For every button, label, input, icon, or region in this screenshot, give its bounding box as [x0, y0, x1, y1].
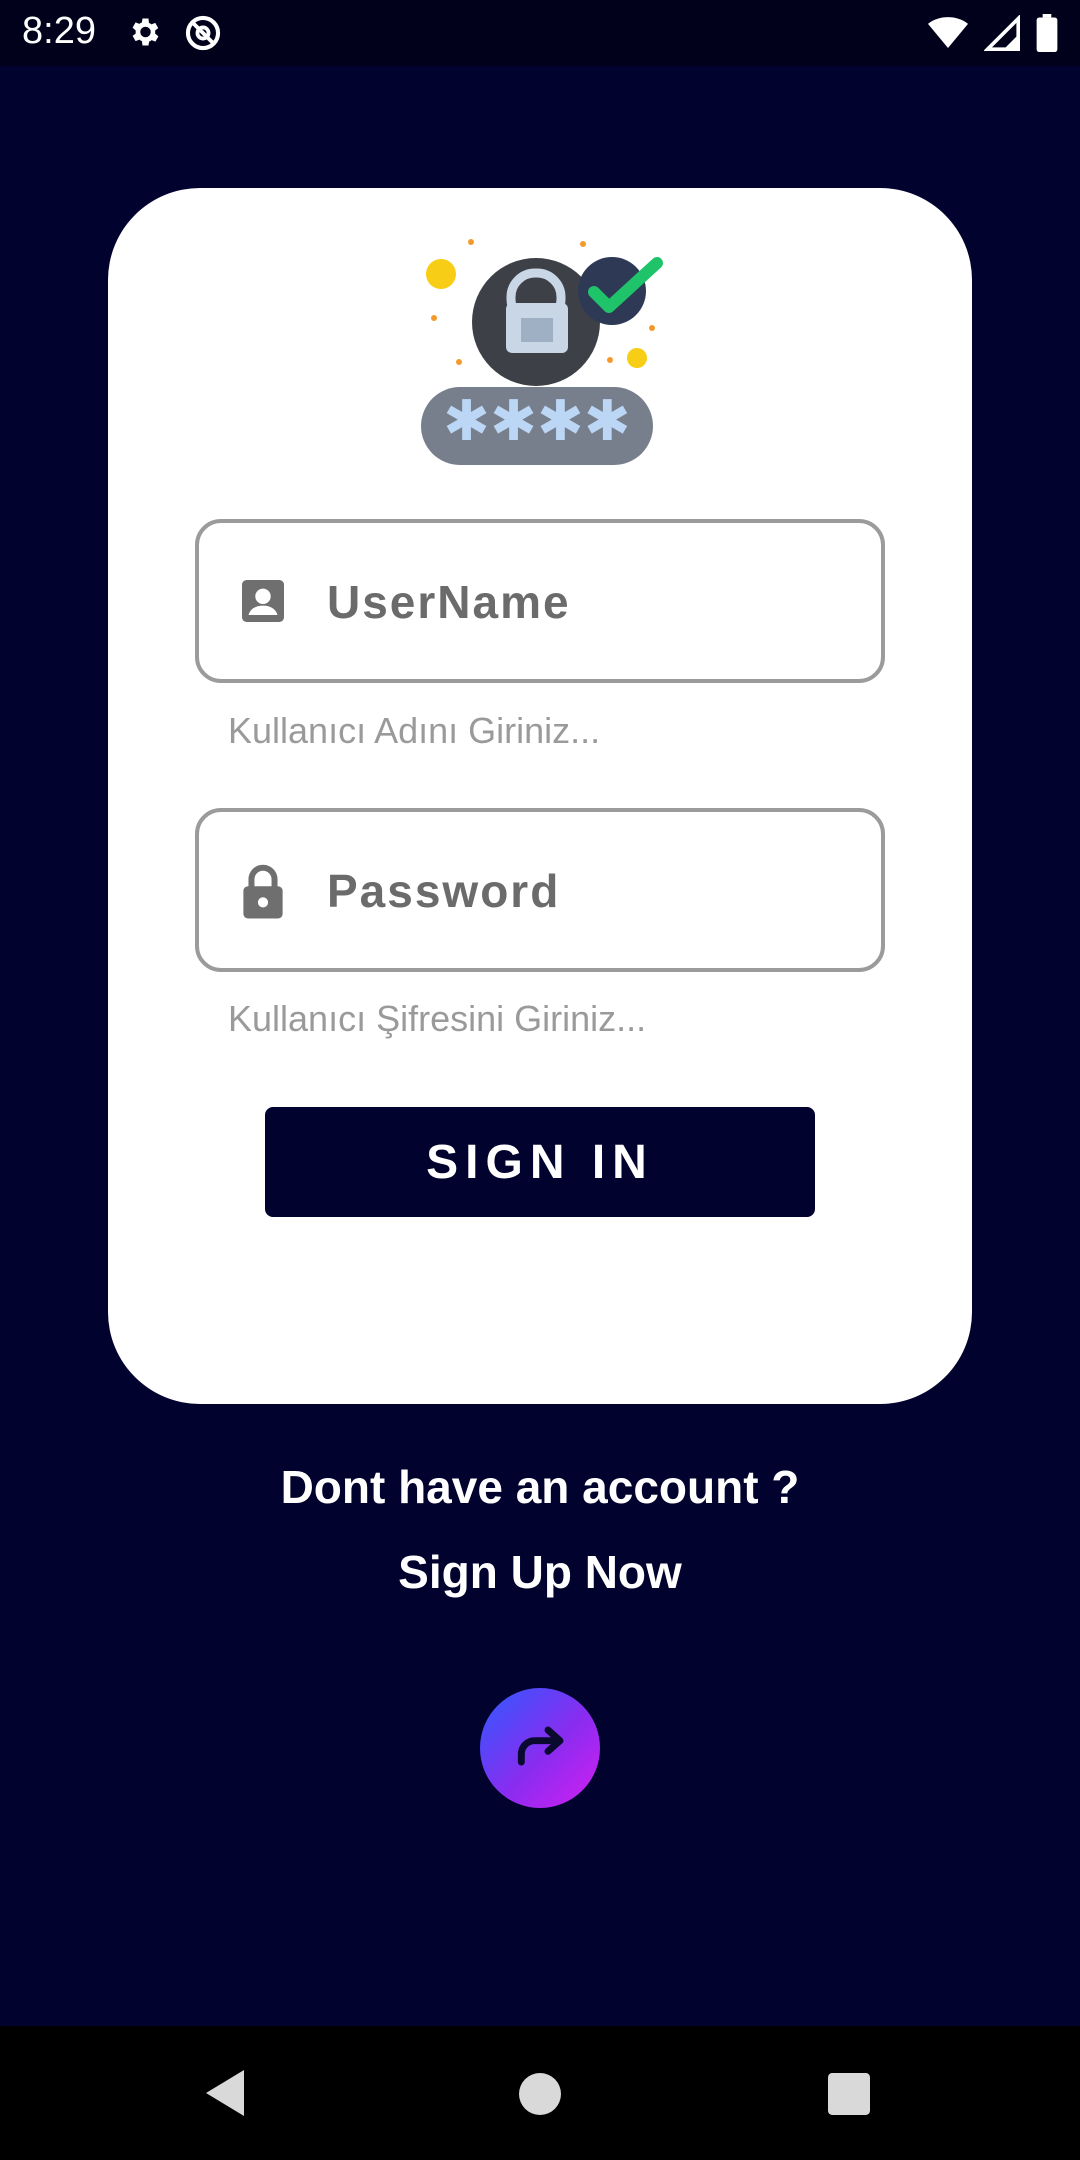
password-label: Password: [327, 865, 561, 917]
sign-up-link[interactable]: Sign Up Now: [0, 1545, 1080, 1599]
home-icon[interactable]: [519, 2073, 561, 2120]
recents-icon[interactable]: [828, 2073, 870, 2120]
gear-icon: [126, 14, 162, 57]
wifi-icon: [928, 15, 968, 56]
forward-arrow-icon: [508, 1714, 572, 1783]
status-time: 8:29: [22, 10, 96, 52]
status-bar: 8:29: [0, 0, 1080, 66]
sign-up-fab[interactable]: [480, 1688, 600, 1808]
hero-password-mask: ✱✱✱✱: [443, 389, 631, 454]
signal-icon: [983, 14, 1020, 56]
lock-password-illustration: ✱✱✱✱: [405, 230, 675, 470]
account-box-icon: [235, 573, 291, 633]
password-helper-text: Kullanıcı Şifresini Giriniz...: [228, 998, 647, 1039]
at-sign-icon: [184, 14, 222, 57]
username-field[interactable]: UserName: [195, 519, 885, 683]
lock-icon: [235, 862, 291, 922]
back-icon[interactable]: [204, 2068, 248, 2123]
sign-in-button[interactable]: SIGN IN: [265, 1107, 815, 1217]
username-helper-text: Kullanıcı Adını Giriniz...: [228, 710, 601, 751]
battery-icon: [1036, 14, 1058, 57]
no-account-question: Dont have an account ?: [280, 1461, 800, 1513]
username-label: UserName: [327, 576, 571, 628]
password-field[interactable]: Password: [195, 808, 885, 972]
